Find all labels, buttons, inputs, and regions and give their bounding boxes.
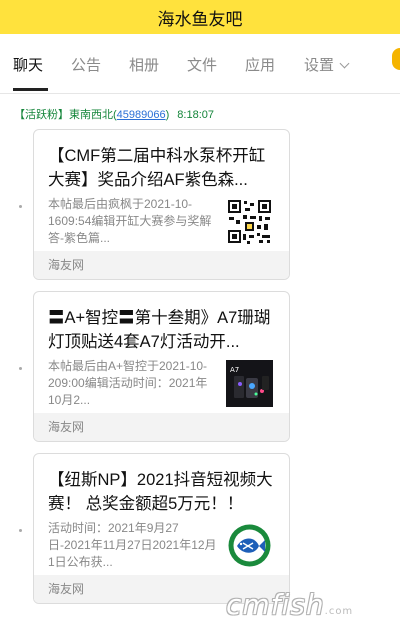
link-card-2[interactable]: 〓A+智控〓第十叁期》A7珊瑚灯顶贴送4套A7灯活动开... 本帖最后由A+智控… (33, 291, 290, 442)
link-card-1[interactable]: 【CMF第二届中科水泵杯开缸大赛】奖品介绍AF紫色森... 本帖最后由疯枫于20… (33, 129, 290, 280)
fish-logo-image (226, 522, 273, 569)
sender-close: ) (165, 109, 170, 121)
active-tab-indicator (13, 88, 48, 91)
tab-settings[interactable]: 设置 (304, 54, 350, 75)
chevron-down-icon (339, 58, 350, 69)
fan-badge: 【活跃粉】 (14, 109, 69, 121)
bullet-dot (19, 205, 22, 208)
thumb-label: A7 (230, 366, 239, 374)
app-edge-icon[interactable] (392, 48, 400, 70)
message-time: 8:18:07 (177, 109, 214, 121)
tab-apps[interactable]: 应用 (245, 54, 275, 75)
tab-files[interactable]: 文件 (187, 54, 217, 75)
card-description: 活动时间：2021年9月27日-2021年11月27日2021年12月1日公布获… (48, 521, 217, 569)
bullet-dot (19, 367, 22, 370)
watermark-suffix: .com (324, 606, 354, 617)
card-description: 本帖最后由疯枫于2021-10-1609:54编辑开缸大赛参与奖解答-紫色篇..… (48, 197, 212, 245)
title-bar: 海水鱼友吧 (0, 0, 400, 34)
watermark: cmfish.com (226, 588, 353, 621)
qr-code-image (226, 198, 273, 245)
tab-chat[interactable]: 聊天 (13, 54, 43, 75)
sender-name[interactable]: 東南西北( (69, 109, 117, 121)
tab-announcement[interactable]: 公告 (71, 54, 101, 75)
card-title: 【CMF第二届中科水泵杯开缸大赛】奖品介绍AF紫色森... (48, 147, 266, 189)
sender-uid-link[interactable]: 45989066 (117, 109, 166, 121)
a7-light-product-image: A7 (226, 360, 273, 407)
message-header: 【活跃粉】東南西北(45989066) 8:18:07 (14, 106, 214, 122)
card-description: 本帖最后由A+智控于2021-10-209:00编辑活动时间：2021年10月2… (48, 359, 208, 407)
tab-bar: 聊天 公告 相册 文件 应用 设置 (0, 34, 400, 94)
card-title: 【纽斯NP】2021抖音短视频大赛！ 总奖金额超5万元！！ (48, 471, 273, 513)
link-card-3[interactable]: 【纽斯NP】2021抖音短视频大赛！ 总奖金额超5万元！！ 活动时间：2021年… (33, 453, 290, 604)
card-source: 海友网 (34, 413, 289, 441)
window-title: 海水鱼友吧 (157, 9, 243, 29)
card-title: 〓A+智控〓第十叁期》A7珊瑚灯顶贴送4套A7灯活动开... (48, 309, 271, 351)
watermark-text: cmfish (226, 588, 325, 621)
tab-album[interactable]: 相册 (129, 54, 159, 75)
bullet-dot (19, 529, 22, 532)
card-source: 海友网 (34, 251, 289, 279)
tab-settings-label: 设置 (304, 57, 335, 74)
